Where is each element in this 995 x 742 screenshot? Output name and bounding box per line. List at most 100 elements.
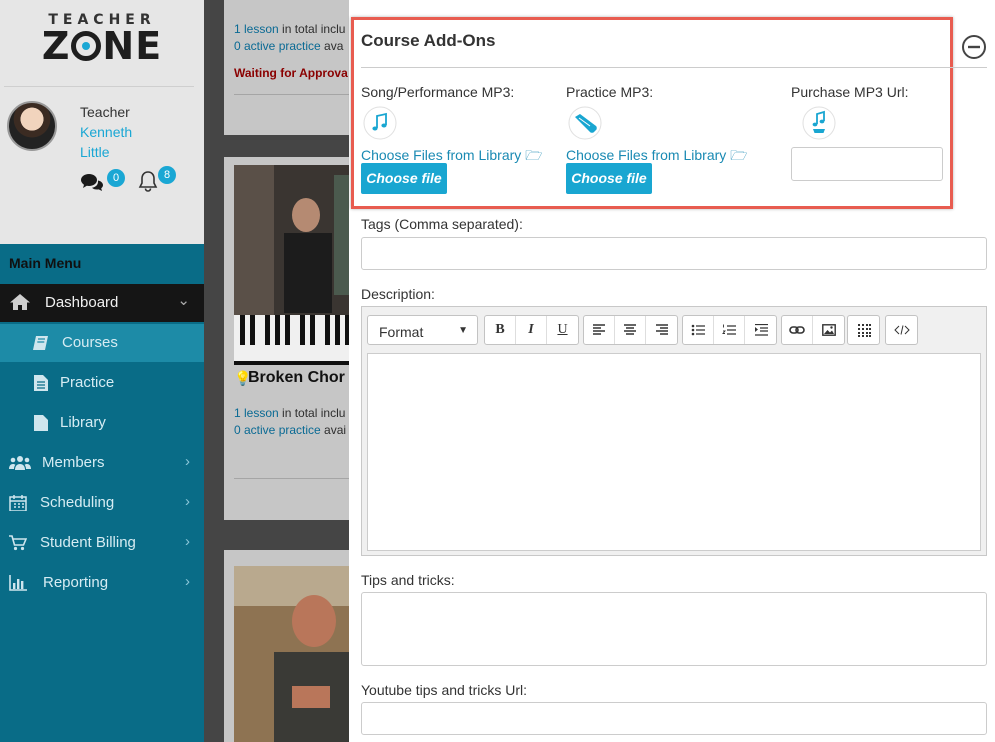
practice-mp3-label: Practice MP3: xyxy=(566,84,654,100)
logo-zone-text: Z NE xyxy=(41,24,163,68)
description-content-area[interactable] xyxy=(367,353,981,551)
practice-summary: 0 active practice ava xyxy=(234,39,344,53)
menu-item-dashboard[interactable]: Dashboard ⌄ xyxy=(0,284,204,322)
tags-label: Tags (Comma separated): xyxy=(361,216,523,232)
image-icon xyxy=(821,324,836,336)
messages-count-badge[interactable]: 0 xyxy=(107,169,125,187)
insert-table-button[interactable] xyxy=(848,316,879,344)
folder-open-icon: 🗁 xyxy=(730,147,748,163)
indent-icon xyxy=(754,324,768,336)
user-role: Teacher xyxy=(80,104,130,120)
song-mp3-label: Song/Performance MP3: xyxy=(361,84,515,100)
description-label: Description: xyxy=(361,286,435,302)
menu-item-members[interactable]: Members › xyxy=(0,444,204,482)
card-divider xyxy=(234,94,349,95)
course-card[interactable] xyxy=(224,550,349,742)
file-icon xyxy=(34,415,48,431)
italic-button[interactable]: I xyxy=(516,316,547,344)
menu-item-label: Scheduling xyxy=(40,494,115,511)
indent-button[interactable] xyxy=(745,316,776,344)
course-card[interactable]: 💡 Broken Chor 1 lesson in total inclu 0 … xyxy=(224,157,349,520)
menu-item-courses[interactable]: Courses xyxy=(0,324,204,362)
course-thumbnail[interactable] xyxy=(234,566,349,742)
bold-button[interactable]: B xyxy=(485,316,516,344)
numbered-list-button[interactable] xyxy=(714,316,745,344)
code-view-button[interactable] xyxy=(886,316,917,344)
bell-icon[interactable] xyxy=(138,170,158,192)
caret-down-icon: ▼ xyxy=(458,325,468,336)
course-thumbnail[interactable] xyxy=(234,165,349,365)
insert-link-button[interactable] xyxy=(782,316,813,344)
numbered-list-icon xyxy=(722,324,736,335)
bullet-list-button[interactable] xyxy=(683,316,714,344)
align-left-icon xyxy=(593,324,605,335)
menu-item-scheduling[interactable]: Scheduling › xyxy=(0,484,204,522)
approval-status: Waiting for Approva xyxy=(234,66,348,80)
collapse-minus-icon[interactable] xyxy=(961,34,987,60)
insert-image-button[interactable] xyxy=(813,316,844,344)
chat-icon[interactable] xyxy=(80,172,104,192)
format-dropdown-value: Format xyxy=(379,324,424,340)
menu-item-library[interactable]: Library xyxy=(0,404,204,442)
music-note-icon[interactable] xyxy=(362,105,398,141)
chevron-right-icon: › xyxy=(185,453,190,470)
align-center-button[interactable] xyxy=(615,316,646,344)
format-dropdown[interactable]: Format ▼ xyxy=(367,315,478,345)
course-title[interactable]: Broken Chor xyxy=(248,369,345,387)
tips-textarea[interactable] xyxy=(361,592,987,666)
menu-item-label: Practice xyxy=(60,374,115,391)
user-last-name-link[interactable]: Little xyxy=(80,144,110,160)
link-icon xyxy=(789,326,805,334)
description-rich-text-editor: Format ▼ B I U xyxy=(361,306,987,556)
user-avatar[interactable] xyxy=(7,101,57,151)
list-group xyxy=(682,315,777,345)
chevron-right-icon: › xyxy=(185,493,190,510)
menu-item-label: Dashboard xyxy=(45,294,119,311)
course-card[interactable]: 1 lesson in total inclu 0 active practic… xyxy=(224,0,349,135)
course-list: 1 lesson in total inclu 0 active practic… xyxy=(204,0,349,742)
menu-item-label: Reporting xyxy=(43,574,109,591)
chevron-right-icon: › xyxy=(185,533,190,550)
brand-logo[interactable]: TEACHER Z NE xyxy=(0,0,204,86)
lessons-summary: 1 lesson in total inclu xyxy=(234,406,346,420)
purchase-mp3-url-input[interactable] xyxy=(791,147,943,181)
cart-icon xyxy=(9,535,27,551)
menu-item-label: Members xyxy=(42,454,105,471)
notifications-count-badge[interactable]: 8 xyxy=(158,166,176,184)
user-first-name-link[interactable]: Kenneth xyxy=(80,124,132,140)
song-choose-file-button[interactable]: Choose file xyxy=(361,163,447,194)
guitar-icon[interactable] xyxy=(567,105,603,141)
card-divider xyxy=(234,478,349,479)
chevron-down-icon: ⌄ xyxy=(177,292,190,309)
practice-choose-file-button[interactable]: Choose file xyxy=(566,163,652,194)
practice-summary: 0 active practice avai xyxy=(234,423,347,437)
menu-item-practice[interactable]: Practice xyxy=(0,364,204,402)
menu-item-student-billing[interactable]: Student Billing › xyxy=(0,524,204,562)
insert-group xyxy=(781,315,845,345)
purchase-mp3-url-label: Purchase MP3 Url: xyxy=(791,84,909,100)
logo-o-icon xyxy=(71,31,102,61)
folder-open-icon: 🗁 xyxy=(525,147,543,163)
tags-input[interactable] xyxy=(361,237,987,270)
table-grid-icon xyxy=(857,324,871,337)
align-left-button[interactable] xyxy=(584,316,615,344)
code-icon xyxy=(893,325,910,335)
menu-item-reporting[interactable]: Reporting › xyxy=(0,564,204,602)
course-addons-title: Course Add-Ons xyxy=(361,31,496,50)
main-menu-title: Main Menu xyxy=(9,255,82,271)
underline-button[interactable]: U xyxy=(547,316,578,344)
align-right-button[interactable] xyxy=(646,316,677,344)
bullet-list-icon xyxy=(691,324,705,336)
table-group xyxy=(847,315,880,345)
main-menu: Main Menu Dashboard ⌄ Courses Practice L… xyxy=(0,244,204,742)
menu-item-label: Student Billing xyxy=(40,534,136,551)
tips-label: Tips and tricks: xyxy=(361,572,455,588)
home-icon xyxy=(10,294,30,310)
align-center-icon xyxy=(624,324,636,335)
book-icon xyxy=(33,336,48,350)
alignment-group xyxy=(583,315,678,345)
code-group xyxy=(885,315,918,345)
music-cart-icon[interactable] xyxy=(801,105,837,141)
youtube-url-input[interactable] xyxy=(361,702,987,735)
addons-divider xyxy=(361,67,987,68)
